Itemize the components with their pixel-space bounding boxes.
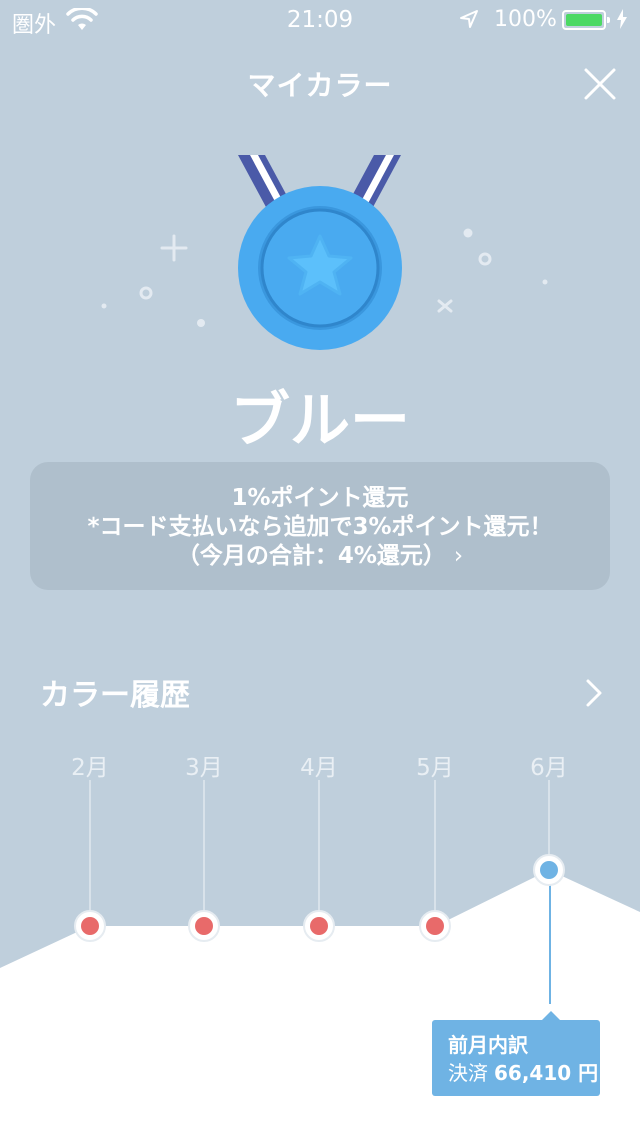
- chevron-right-icon: ›: [453, 543, 464, 569]
- tooltip-payment: 決済 66,410 円: [448, 1061, 599, 1085]
- location-arrow-icon: [459, 9, 479, 35]
- point-may: [419, 910, 451, 942]
- medal: [90, 140, 550, 380]
- close-icon: [584, 68, 616, 100]
- battery-icon: [562, 10, 610, 30]
- point-info-card[interactable]: 1%ポイント還元 *コード支払いなら追加で3%ポイント還元！ （今月の合計：4%…: [30, 462, 610, 590]
- color-history-link[interactable]: [580, 676, 610, 710]
- monthly-total-text: （今月の合計：4%還元） ›: [176, 543, 464, 569]
- code-payment-text: *コード支払いなら追加で3%ポイント還元！: [87, 514, 553, 540]
- page-title: マイカラー: [247, 69, 393, 102]
- point-rate-text: 1%ポイント還元: [231, 485, 409, 511]
- battery-percent: 100%: [494, 7, 557, 32]
- point-feb: [74, 910, 106, 942]
- point-apr: [303, 910, 335, 942]
- charging-bolt-icon: [616, 8, 628, 36]
- medal-icon: [238, 186, 402, 350]
- close-button[interactable]: [578, 62, 622, 106]
- status-bar: 圏外 21:09 100%: [0, 0, 640, 40]
- chevron-right-icon: [586, 679, 602, 707]
- point-mar: [188, 910, 220, 942]
- tooltip-amount: 66,410 円: [494, 1061, 599, 1085]
- color-rank-name: ブルー: [230, 386, 410, 456]
- color-history-title: カラー履歴: [40, 678, 190, 713]
- point-jun: [533, 854, 565, 886]
- tooltip-title: 前月内訳: [448, 1033, 528, 1057]
- previous-month-tooltip[interactable]: 前月内訳 決済 66,410 円: [432, 1011, 600, 1096]
